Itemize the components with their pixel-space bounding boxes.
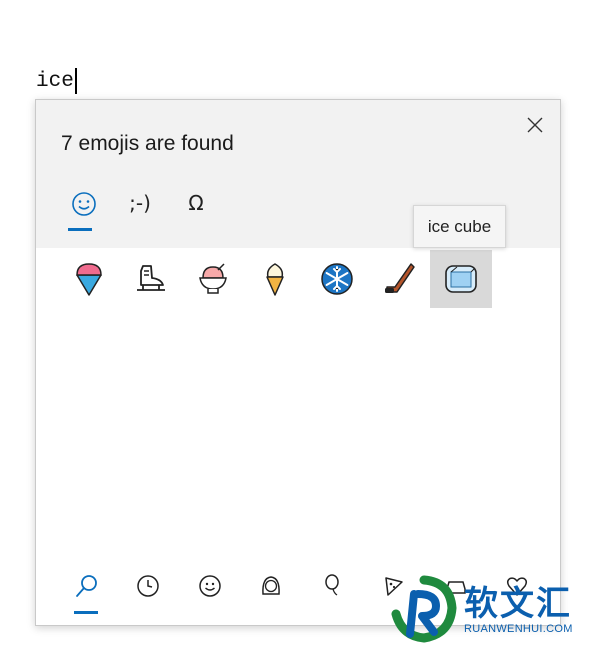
nav-recent[interactable] (118, 562, 180, 610)
balloon-icon (325, 574, 339, 596)
shaved-ice-icon (76, 263, 102, 296)
smiley-icon (72, 192, 96, 216)
emoji-shaved-ice[interactable] (58, 250, 120, 308)
watermark-cn: 软文汇 (464, 584, 572, 624)
emoji-ice-cube[interactable] (430, 250, 492, 308)
emoji-snowflake[interactable] (306, 250, 368, 308)
kaomoji-tab-label: ;-) (129, 191, 151, 215)
category-tabs: ;-) Ω (56, 185, 224, 235)
close-icon (527, 117, 543, 133)
close-button[interactable] (524, 114, 546, 136)
shaved-ice-bowl-icon (199, 263, 227, 294)
recent-clock-icon (137, 575, 159, 597)
nav-search[interactable] (56, 562, 118, 614)
nav-people[interactable] (241, 562, 303, 610)
emoji-soft-ice-cream[interactable] (244, 250, 306, 308)
nav-celebration[interactable] (302, 562, 364, 610)
emoji-results-grid (58, 250, 492, 308)
search-icon (75, 575, 97, 597)
emoji-tooltip: ice cube (413, 205, 506, 248)
text-caret (74, 68, 77, 94)
emoji-ice-skate[interactable] (120, 250, 182, 308)
ice-hockey-icon (385, 263, 415, 293)
ice-cube-icon (445, 265, 477, 293)
tab-symbols[interactable]: Ω (168, 185, 224, 233)
watermark-logo-icon (391, 575, 457, 643)
tab-emoji[interactable] (56, 185, 112, 233)
nav-smileys[interactable] (179, 562, 241, 610)
typed-text: ice (36, 69, 74, 93)
emoji-shaved-ice-bowl[interactable] (182, 250, 244, 308)
tab-kaomoji[interactable]: ;-) (112, 185, 168, 233)
person-icon (262, 576, 281, 595)
watermark-text: 软文汇 RUANWENHUI.COM (464, 585, 573, 635)
ice-skate-icon (137, 265, 165, 291)
watermark-logo: 软文汇 RUANWENHUI.COM (388, 572, 594, 648)
emoji-panel: 7 emojis are found ;-) Ω (35, 99, 561, 626)
snowflake-icon (321, 263, 353, 295)
emoji-ice-hockey[interactable] (368, 250, 430, 308)
watermark-en: RUANWENHUI.COM (464, 623, 573, 635)
soft-ice-cream-icon (266, 263, 284, 296)
omega-icon: Ω (188, 191, 204, 215)
smiley-face-icon (199, 575, 221, 597)
results-count-text: 7 emojis are found (61, 132, 234, 155)
text-editor-line[interactable]: ice (36, 68, 77, 94)
